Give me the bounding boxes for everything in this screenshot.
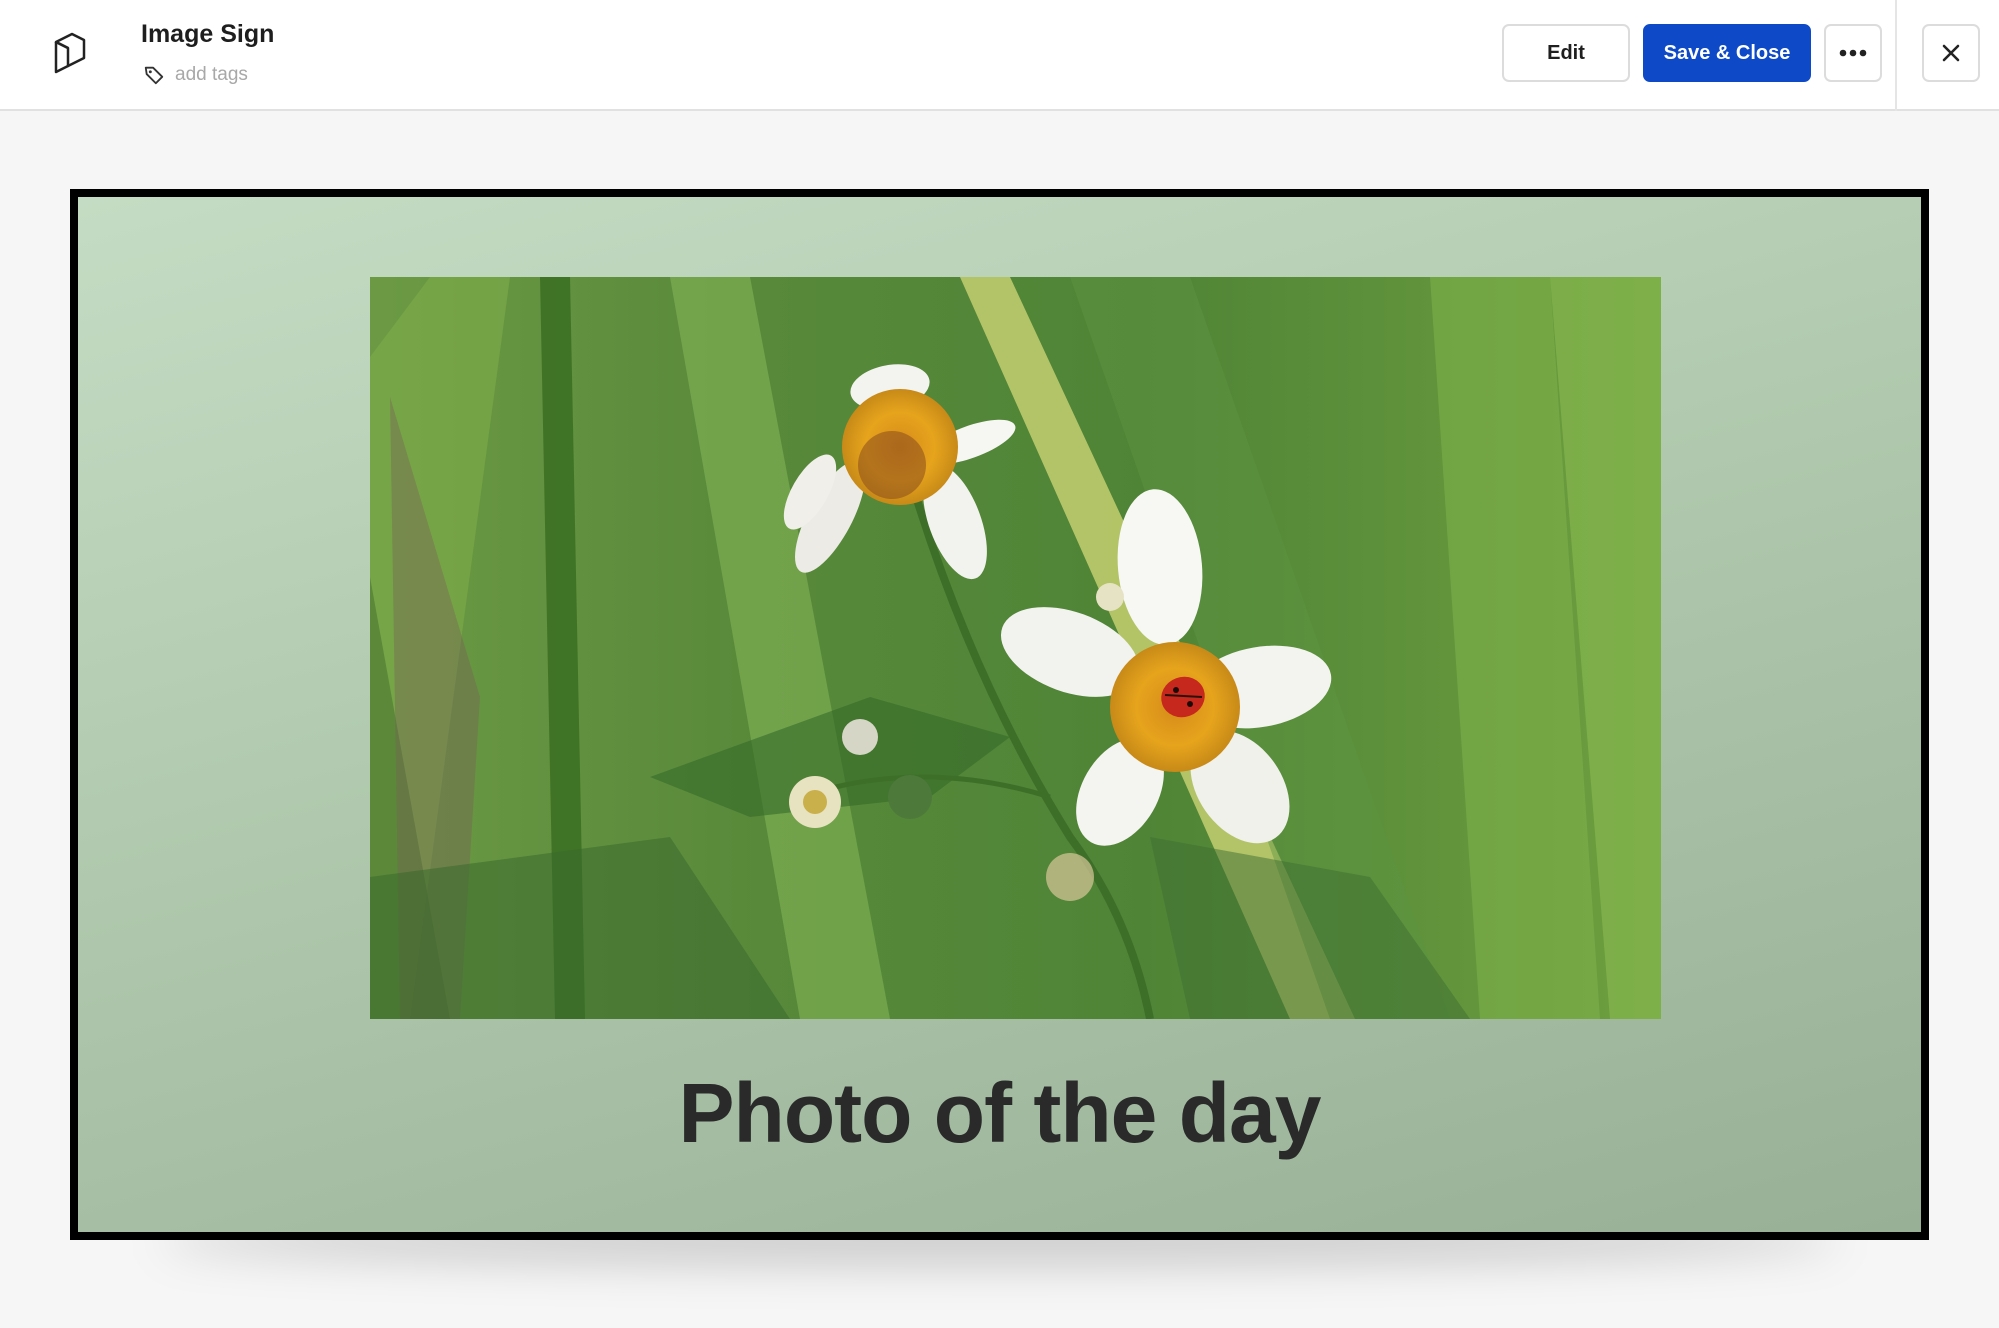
- toolbar-divider: [1895, 0, 1897, 111]
- sign-photo: [370, 277, 1661, 1019]
- close-button[interactable]: [1922, 24, 1980, 82]
- flower-photo-image: [370, 277, 1661, 1019]
- page-title: Image Sign: [141, 20, 275, 48]
- sign-caption: Photo of the day: [678, 1066, 1322, 1160]
- save-and-close-button[interactable]: Save & Close: [1643, 24, 1811, 82]
- more-options-button[interactable]: [1824, 24, 1882, 82]
- edit-button[interactable]: Edit: [1502, 24, 1630, 82]
- cube-logo-icon: [54, 32, 86, 74]
- image-sign-preview: Photo of the day: [70, 189, 1929, 1240]
- close-icon: [1942, 44, 1960, 62]
- tags-field[interactable]: add tags: [143, 64, 248, 86]
- tags-placeholder[interactable]: add tags: [175, 64, 248, 86]
- more-horizontal-icon: [1839, 49, 1867, 57]
- top-bar: Image Sign add tags Edit Save & Close: [0, 0, 1999, 111]
- tag-icon: [144, 66, 164, 85]
